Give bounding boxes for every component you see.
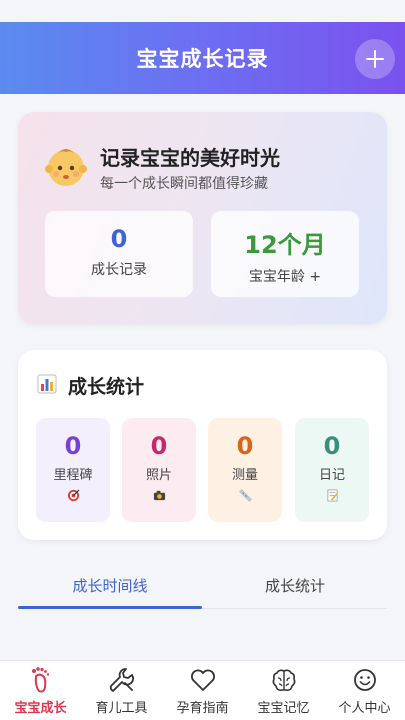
baby-age-box[interactable]: 12个月 宝宝年龄 + <box>211 211 359 297</box>
wrench-icon <box>109 668 134 692</box>
ruler-icon <box>238 489 252 502</box>
stat-label: 里程碑 <box>53 468 93 483</box>
stat-label: 测量 <box>231 468 258 483</box>
smiley-icon <box>353 669 376 691</box>
records-count: 0 <box>110 225 128 253</box>
nav-label: 个人中心 <box>338 701 391 716</box>
camera-icon <box>153 490 165 501</box>
stat-card-photos[interactable]: 0 照片 <box>122 418 196 522</box>
nav-label: 宝宝成长 <box>14 701 67 716</box>
content-tabs: 成长时间线 成长统计 <box>18 566 387 610</box>
add-record-button[interactable] <box>355 39 395 79</box>
nav-label: 宝宝记忆 <box>257 701 310 716</box>
nav-item-baby-memories[interactable]: 宝宝记忆 <box>243 661 324 720</box>
records-label: 成长记录 <box>91 262 147 278</box>
hero-title: 记录宝宝的美好时光 <box>100 146 280 170</box>
footprint-icon <box>31 667 49 693</box>
page-title: 宝宝成长记录 <box>136 47 269 71</box>
stats-card: 成长统计 0 里程碑 0 照片 0 测量 0 日记 <box>18 350 387 540</box>
baby-age-label: 宝宝年龄 + <box>248 269 322 285</box>
tab-timeline[interactable]: 成长时间线 <box>18 566 202 608</box>
stat-label: 照片 <box>145 468 172 483</box>
stat-card-milestones[interactable]: 0 里程碑 <box>36 418 110 522</box>
stat-value: 0 <box>150 432 168 460</box>
target-icon <box>67 489 79 502</box>
records-count-box[interactable]: 0 成长记录 <box>45 211 193 297</box>
stats-title: 成长统计 <box>68 376 145 398</box>
stat-card-diary[interactable]: 0 日记 <box>295 418 369 522</box>
app-header: 宝宝成长记录 <box>0 22 405 94</box>
stat-value: 0 <box>323 432 341 460</box>
nav-item-pregnancy-guide[interactable]: 孕育指南 <box>162 661 243 720</box>
heart-icon <box>190 669 215 691</box>
baby-age-value: 12个月 <box>244 231 326 259</box>
hero-card: 记录宝宝的美好时光 每一个成长瞬间都值得珍藏 0 成长记录 12个月 宝宝年龄 … <box>18 112 387 324</box>
nav-label: 孕育指南 <box>176 701 229 716</box>
brain-icon <box>272 669 295 691</box>
nav-item-parenting-tools[interactable]: 育儿工具 <box>81 661 162 720</box>
bar-chart-icon <box>37 374 57 394</box>
plus-icon <box>366 50 384 68</box>
hero-subtitle: 每一个成长瞬间都值得珍藏 <box>100 176 268 192</box>
stat-value: 0 <box>64 432 82 460</box>
active-tab-indicator <box>18 606 202 609</box>
nav-label: 育儿工具 <box>95 701 148 716</box>
nav-item-profile[interactable]: 个人中心 <box>324 661 405 720</box>
tab-statistics[interactable]: 成长统计 <box>203 566 387 608</box>
stat-label: 日记 <box>318 468 345 483</box>
nav-item-baby-growth[interactable]: 宝宝成长 <box>0 661 81 720</box>
bottom-navigation: 宝宝成长 育儿工具 孕育指南 宝宝记忆 个人中心 <box>0 660 405 720</box>
memo-icon <box>326 489 338 502</box>
stat-value: 0 <box>236 432 254 460</box>
baby-face-icon <box>45 149 87 186</box>
stat-card-measurements[interactable]: 0 测量 <box>208 418 282 522</box>
